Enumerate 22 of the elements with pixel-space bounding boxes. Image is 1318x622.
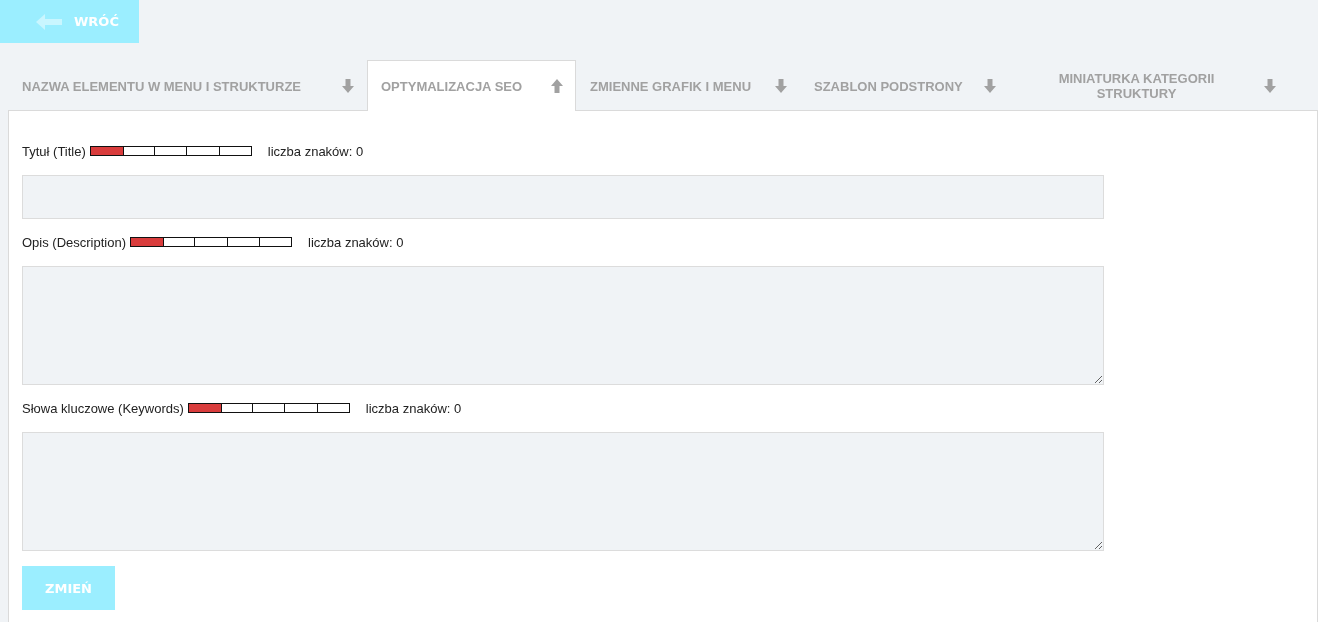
tab[interactable]: MINIATURKA KATEGORII STRUKTURY — [1009, 60, 1289, 111]
tab[interactable]: OPTYMALIZACJA SEO — [367, 60, 576, 111]
tab[interactable]: ZMIENNE GRAFIK I MENU — [576, 60, 800, 111]
back-button[interactable]: WRÓĆ — [0, 0, 139, 43]
text-area[interactable] — [22, 432, 1104, 551]
down-arrow-icon — [1264, 79, 1276, 93]
tab[interactable]: SZABLON PODSTRONY — [800, 60, 1009, 111]
input-field[interactable] — [22, 175, 1104, 219]
field-label: Opis (Description) — [22, 234, 127, 250]
left-arrow-icon — [36, 13, 62, 30]
field-label: Słowa kluczowe (Keywords) — [22, 400, 184, 416]
character-count: liczba znaków: 0 — [365, 400, 462, 416]
up-arrow-icon — [551, 79, 563, 93]
submit-button[interactable]: ZMIEŃ — [22, 566, 115, 610]
down-arrow-icon — [342, 79, 354, 93]
down-arrow-icon — [775, 79, 787, 93]
field-label: Tytuł (Title) — [22, 143, 86, 159]
text-area[interactable] — [22, 266, 1104, 385]
character-count: liczba znaków: 0 — [308, 234, 404, 250]
character-count: liczba znaków: 0 — [267, 143, 364, 159]
tab[interactable]: NAZWA ELEMENTU W MENU I STRUKTURZE — [8, 60, 367, 111]
down-arrow-icon — [984, 79, 996, 93]
